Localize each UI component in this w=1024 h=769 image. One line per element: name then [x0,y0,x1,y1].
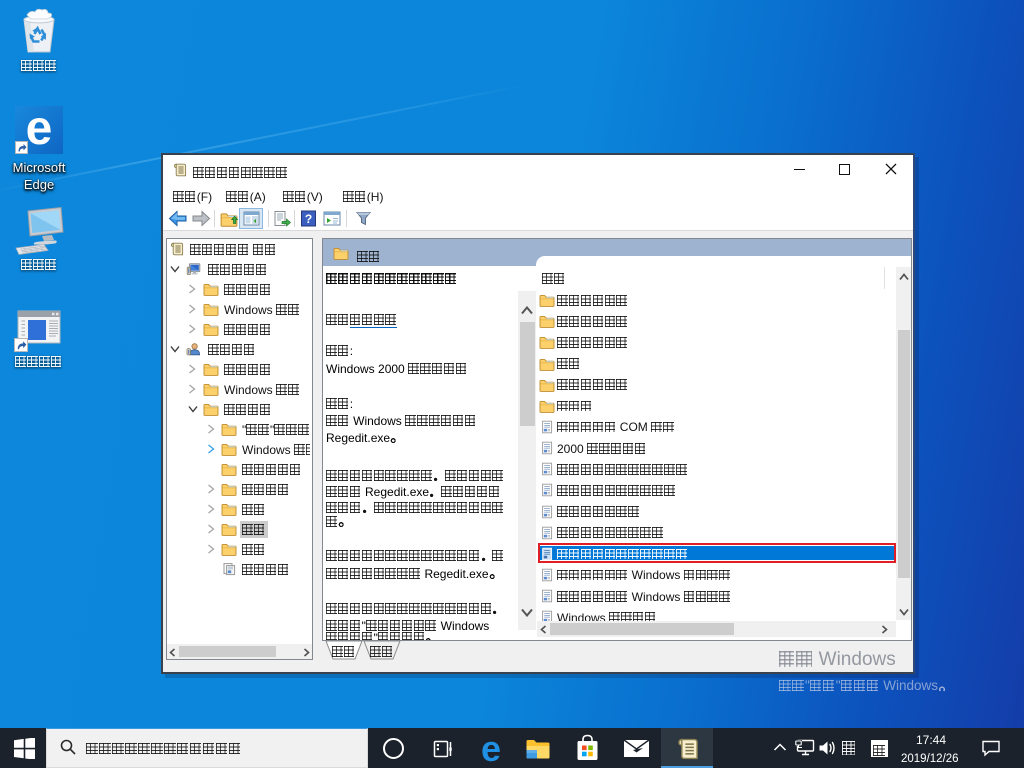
svg-text:?: ? [305,212,312,226]
